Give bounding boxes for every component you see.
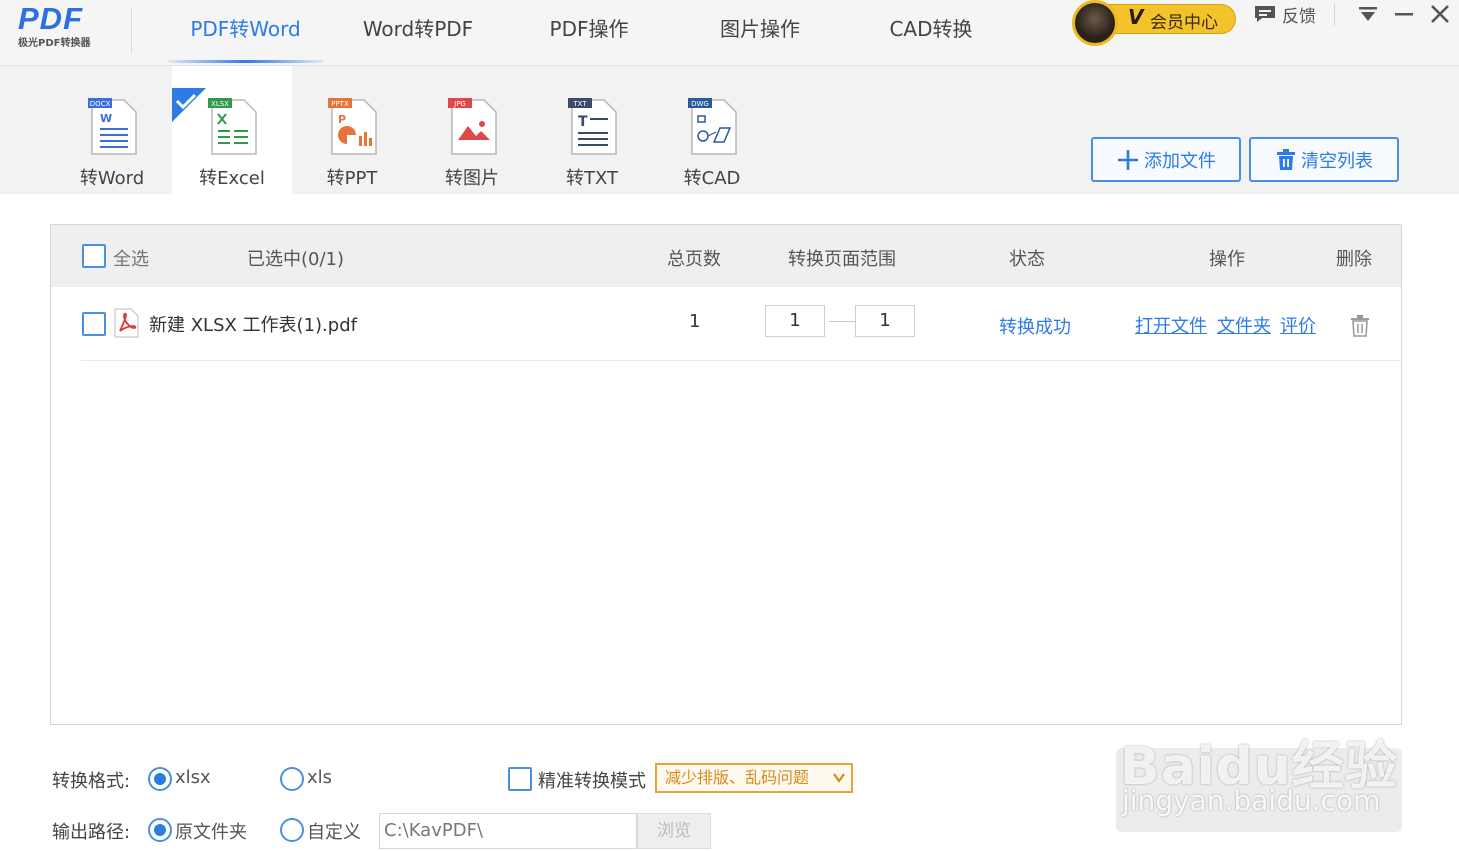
svg-text:TXT: TXT bbox=[572, 100, 587, 108]
tab-pdf-to-word[interactable]: PDF转Word bbox=[168, 0, 323, 62]
column-page-range: 转换页面范围 bbox=[788, 249, 896, 270]
active-tab-indicator bbox=[168, 60, 323, 63]
output-original-radio[interactable] bbox=[148, 818, 172, 842]
convert-to-word-label: 转Word bbox=[79, 168, 145, 189]
svg-text:DOCX: DOCX bbox=[90, 100, 111, 108]
convert-to-excel-label: 转Excel bbox=[199, 168, 265, 189]
precise-mode-checkbox[interactable] bbox=[508, 767, 532, 791]
convert-to-image[interactable]: JPG 转图片 bbox=[412, 66, 532, 194]
feedback-label: 反馈 bbox=[1282, 6, 1316, 27]
precise-mode-tip[interactable]: 减少排版、乱码问题 bbox=[655, 763, 853, 793]
svg-text:T: T bbox=[578, 114, 588, 130]
column-status: 状态 bbox=[1009, 249, 1045, 270]
feedback-icon bbox=[1255, 6, 1275, 22]
image-doc-icon: JPG bbox=[448, 98, 497, 155]
tab-cad-convert[interactable]: CAD转换 bbox=[872, 0, 990, 62]
open-file-link[interactable]: 打开文件 bbox=[1135, 312, 1207, 338]
vip-label: 会员中心 bbox=[1150, 13, 1218, 33]
output-custom-radio[interactable] bbox=[280, 818, 304, 842]
convert-to-excel[interactable]: XLSX 转Excel bbox=[172, 66, 292, 194]
excel-doc-icon: XLSX bbox=[208, 98, 257, 155]
title-bar: PDF 极光PDF转换器 PDF转Word Word转PDF PDF操作 图片操… bbox=[0, 0, 1459, 66]
tab-pdf-operations[interactable]: PDF操作 bbox=[528, 0, 650, 62]
feedback-button[interactable]: 反馈 bbox=[1254, 0, 1316, 28]
svg-text:PPTX: PPTX bbox=[331, 100, 349, 108]
column-delete: 删除 bbox=[1336, 249, 1372, 270]
add-file-button[interactable]: 添加文件 bbox=[1091, 137, 1241, 182]
selected-check-icon bbox=[172, 88, 206, 122]
convert-to-cad-label: 转CAD bbox=[683, 168, 741, 189]
clear-list-button[interactable]: 清空列表 bbox=[1249, 137, 1399, 182]
trash-icon bbox=[1277, 148, 1295, 170]
format-label: 转换格式: bbox=[52, 771, 131, 792]
range-dash bbox=[829, 321, 855, 322]
file-list: 全选 已选中(0/1) 总页数 转换页面范围 状态 操作 删除 新建 XLSX … bbox=[50, 224, 1402, 725]
app-logo: PDF 极光PDF转换器 bbox=[18, 2, 114, 54]
row-checkbox[interactable] bbox=[82, 312, 106, 336]
chevron-down-icon bbox=[833, 773, 845, 783]
status-badge: 转换成功 bbox=[999, 317, 1071, 338]
column-actions: 操作 bbox=[1209, 249, 1245, 270]
precise-mode-tip-label: 减少排版、乱码问题 bbox=[665, 768, 810, 787]
svg-text:JPG: JPG bbox=[453, 100, 466, 108]
convert-to-image-label: 转图片 bbox=[445, 168, 499, 189]
range-from-input[interactable]: 1 bbox=[765, 305, 825, 337]
watermark-url: jingyan.baidu.com bbox=[1122, 784, 1381, 817]
convert-to-ppt-label: 转PPT bbox=[326, 168, 378, 189]
svg-text:XLSX: XLSX bbox=[211, 100, 229, 108]
vip-center-button[interactable]: V 会员中心 bbox=[1072, 0, 1236, 46]
vip-badge: V bbox=[1128, 5, 1144, 29]
logo-divider bbox=[131, 8, 132, 54]
select-all-checkbox[interactable] bbox=[82, 244, 106, 268]
convert-to-cad[interactable]: DWG 转CAD bbox=[652, 66, 772, 194]
minimize-icon[interactable] bbox=[1392, 2, 1416, 26]
txt-doc-icon: TXT T bbox=[568, 98, 617, 155]
ppt-doc-icon: PPTX P bbox=[328, 98, 377, 155]
dropdown-menu-icon[interactable] bbox=[1356, 2, 1380, 26]
delete-row-icon[interactable] bbox=[1350, 315, 1370, 337]
convert-to-word[interactable]: DOCX W 转Word bbox=[52, 66, 172, 194]
format-xlsx-radio[interactable] bbox=[148, 767, 172, 791]
output-path-input[interactable]: C:\KavPDF\ bbox=[379, 813, 637, 849]
toolbar-divider bbox=[1334, 4, 1335, 26]
svg-text:DWG: DWG bbox=[691, 100, 709, 108]
convert-to-ppt[interactable]: PPTX P 转PPT bbox=[292, 66, 412, 194]
format-xls-label: xls bbox=[307, 767, 333, 788]
convert-to-txt-label: 转TXT bbox=[565, 168, 618, 189]
convert-to-txt[interactable]: TXT T 转TXT bbox=[532, 66, 652, 194]
logo-subtitle: 极光PDF转换器 bbox=[18, 38, 91, 49]
svg-text:P: P bbox=[338, 113, 346, 126]
file-name: 新建 XLSX 工作表(1).pdf bbox=[149, 315, 357, 336]
table-row: 新建 XLSX 工作表(1).pdf 1 1 1 转换成功 打开文件 文件夹 评… bbox=[81, 287, 1401, 361]
format-xlsx-label: xlsx bbox=[175, 767, 211, 788]
browse-button[interactable]: 浏览 bbox=[637, 813, 711, 849]
add-file-label: 添加文件 bbox=[1144, 150, 1216, 172]
precise-mode-label: 精准转换模式 bbox=[538, 771, 646, 792]
tab-word-to-pdf[interactable]: Word转PDF bbox=[348, 0, 488, 62]
word-doc-icon: DOCX W bbox=[88, 98, 137, 155]
selected-count: 已选中(0/1) bbox=[247, 249, 345, 270]
open-folder-link[interactable]: 文件夹 bbox=[1217, 312, 1271, 338]
logo-text: PDF bbox=[18, 1, 83, 36]
clear-list-label: 清空列表 bbox=[1301, 150, 1373, 172]
file-list-header: 全选 已选中(0/1) 总页数 转换页面范围 状态 操作 删除 bbox=[51, 225, 1401, 287]
svg-text:W: W bbox=[100, 112, 112, 125]
rate-link[interactable]: 评价 bbox=[1280, 312, 1316, 338]
cad-doc-icon: DWG bbox=[688, 98, 737, 155]
column-total-pages: 总页数 bbox=[667, 249, 721, 270]
format-xls-radio[interactable] bbox=[280, 767, 304, 791]
range-to-input[interactable]: 1 bbox=[855, 305, 915, 337]
pdf-file-icon bbox=[114, 308, 139, 338]
select-all-label: 全选 bbox=[113, 249, 149, 270]
tab-image-operations[interactable]: 图片操作 bbox=[700, 0, 820, 62]
output-path-label: 输出路径: bbox=[52, 822, 131, 843]
avatar bbox=[1072, 0, 1118, 46]
close-icon[interactable] bbox=[1428, 2, 1452, 26]
plus-icon bbox=[1118, 149, 1138, 170]
total-pages-value: 1 bbox=[689, 311, 701, 332]
output-custom-label: 自定义 bbox=[307, 822, 361, 843]
output-original-label: 原文件夹 bbox=[175, 822, 247, 843]
